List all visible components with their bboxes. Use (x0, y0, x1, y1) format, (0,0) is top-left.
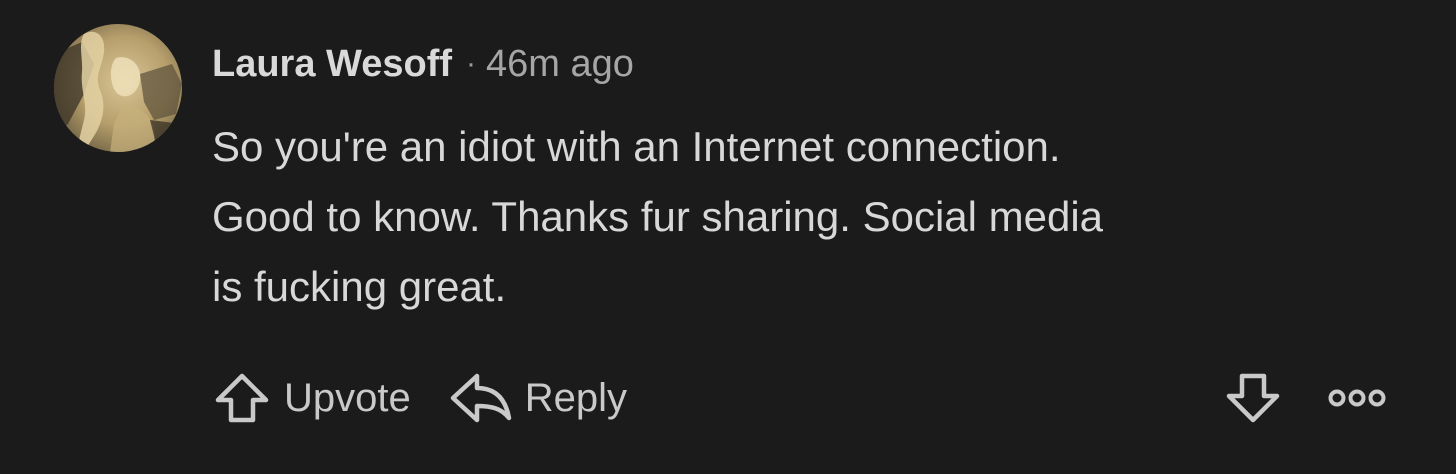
upvote-label: Upvote (284, 375, 411, 420)
comment: Laura Wesoff · 46m ago So you're an idio… (0, 0, 1456, 474)
separator-dot: · (466, 47, 477, 80)
reply-label: Reply (524, 375, 628, 420)
timestamp: 46m ago (486, 42, 634, 85)
profile-photo (54, 31, 182, 152)
upvote-button[interactable]: Upvote (212, 370, 411, 426)
more-options-button[interactable] (1326, 378, 1388, 418)
comment-actions: Upvote Reply (212, 370, 665, 426)
reply-button[interactable]: Reply (449, 370, 627, 426)
avatar[interactable] (54, 24, 182, 152)
comment-header: Laura Wesoff · 46m ago (212, 38, 634, 90)
comment-line: So you're an idiot with an Internet conn… (212, 123, 1061, 170)
comment-line: is fucking great. (212, 263, 507, 310)
downvote-button[interactable] (1222, 370, 1284, 426)
arrow-down-icon (1226, 373, 1280, 423)
comment-body: So you're an idiot with an Internet conn… (212, 112, 1412, 322)
arrow-up-icon (215, 373, 269, 423)
reply-arrow-icon (450, 373, 511, 423)
author-name[interactable]: Laura Wesoff (212, 43, 452, 86)
comment-line: Good to know. Thanks fur sharing. Social… (212, 193, 1104, 240)
more-options-icon (1328, 389, 1386, 407)
